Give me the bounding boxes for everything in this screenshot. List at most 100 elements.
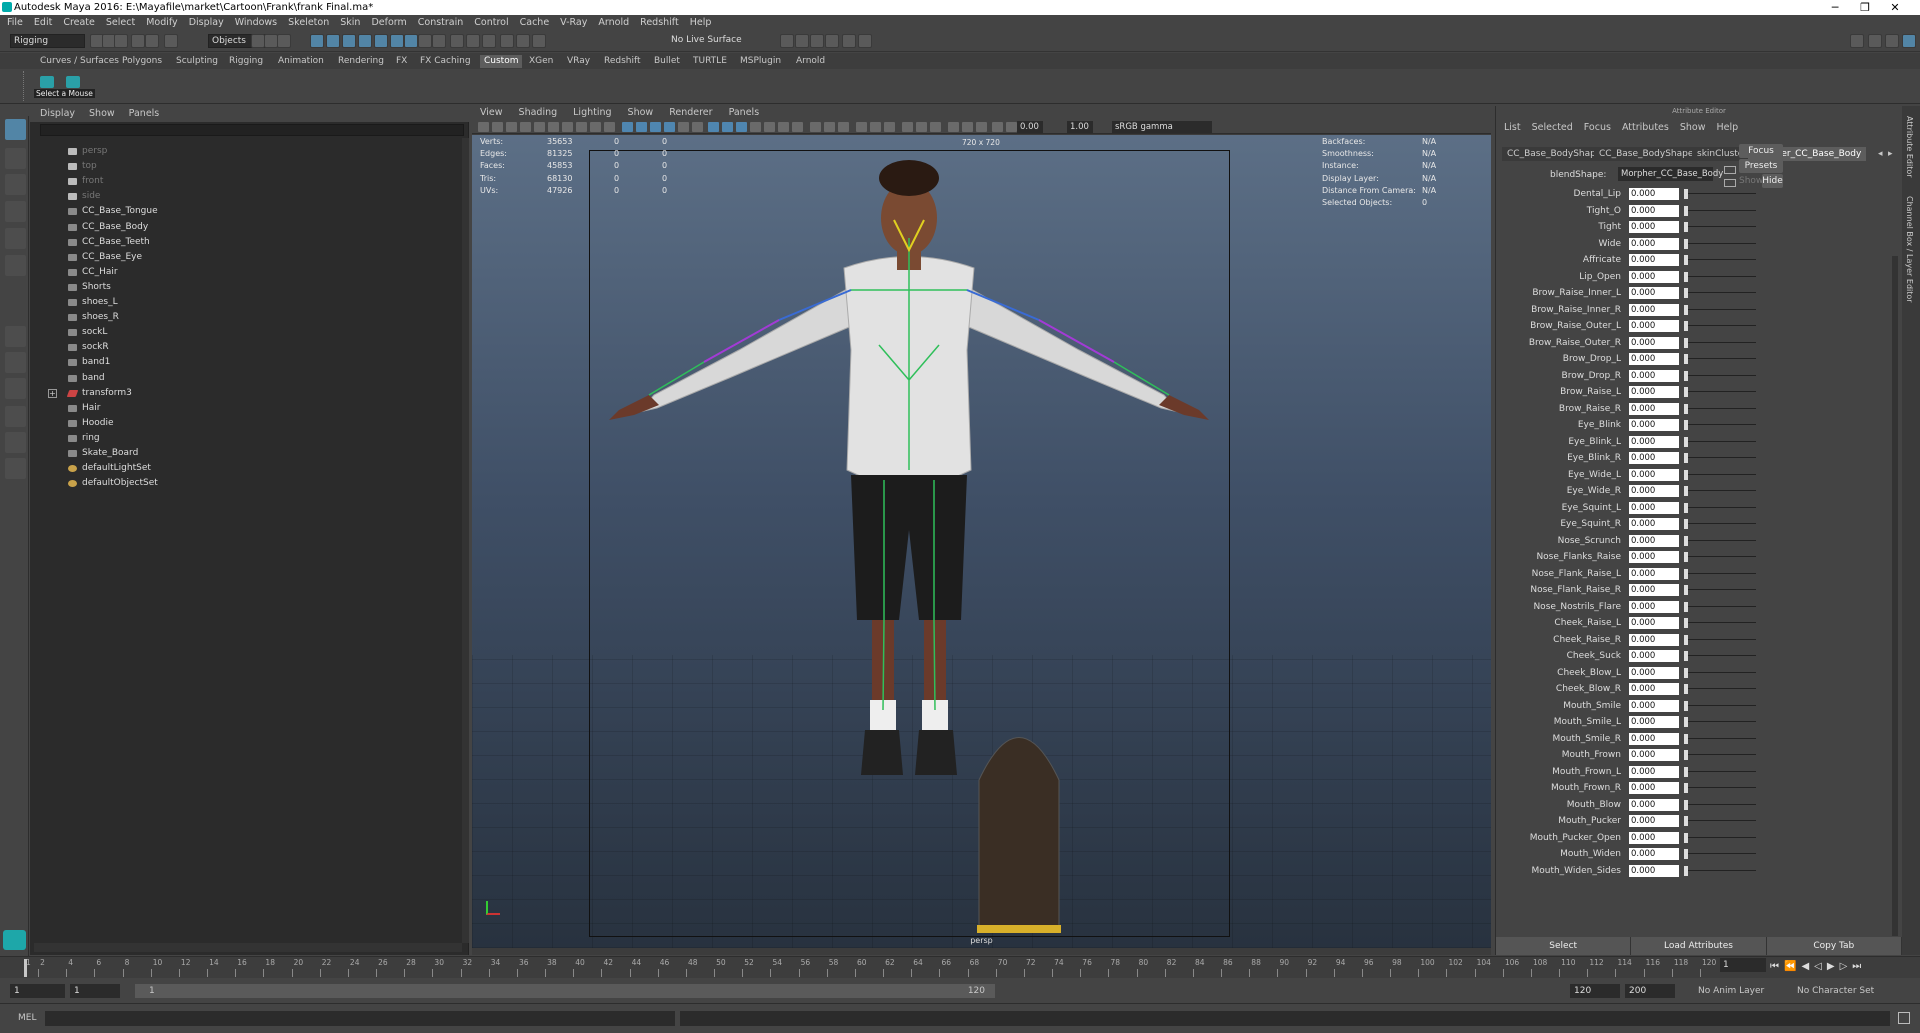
layout-view-icon[interactable] <box>5 458 26 479</box>
load-attributes-button[interactable]: Load Attributes <box>1631 937 1767 955</box>
shelf-tab-turtle[interactable]: TURTLE <box>693 55 727 68</box>
viewport-tool-30-icon[interactable] <box>916 122 927 132</box>
viewport-tool-36-icon[interactable] <box>1006 122 1017 132</box>
step-forward-icon[interactable]: ▷ <box>1840 961 1848 972</box>
viewport-menu-renderer[interactable]: Renderer <box>669 106 712 120</box>
weight-value-field[interactable]: 0.000 <box>1629 831 1679 844</box>
statusline-tool-18-icon[interactable] <box>450 34 464 48</box>
outliner-item[interactable]: Hair <box>30 401 460 416</box>
statusline-tool-7-icon[interactable] <box>264 34 278 48</box>
weight-slider-track[interactable] <box>1684 770 1756 772</box>
weight-slider-track[interactable] <box>1684 226 1756 227</box>
attr-menu-list[interactable]: List <box>1504 122 1521 133</box>
weight-value-field[interactable]: 0.000 <box>1629 452 1679 464</box>
weight-value-field[interactable]: 0.000 <box>1629 188 1679 200</box>
viewport-tool-21-icon[interactable] <box>778 122 789 132</box>
weight-value-field[interactable]: 0.000 <box>1629 369 1679 382</box>
menu-skeleton[interactable]: Skeleton <box>288 15 329 30</box>
weight-slider-handle[interactable] <box>1684 816 1688 826</box>
weight-slider-handle[interactable] <box>1684 733 1688 744</box>
character-set-dropdown[interactable]: No Character Set <box>1797 984 1874 998</box>
paint-tool-icon[interactable] <box>5 174 26 195</box>
attr-menu-help[interactable]: Help <box>1716 122 1738 133</box>
viewport-tool-33-icon[interactable] <box>962 122 973 132</box>
weight-value-field[interactable]: 0.000 <box>1629 683 1679 695</box>
weight-slider-handle[interactable] <box>1684 849 1688 859</box>
weight-value-field[interactable]: 0.000 <box>1629 848 1679 860</box>
presets-button[interactable]: Presets <box>1739 159 1783 173</box>
viewport-tool-20-icon[interactable] <box>764 122 775 132</box>
range-start-field[interactable]: 1 <box>70 984 120 998</box>
shelf-tab-redshift[interactable]: Redshift <box>604 55 641 68</box>
weight-value-field[interactable]: 0.000 <box>1629 765 1679 778</box>
weight-slider-track[interactable] <box>1684 787 1756 788</box>
viewport-tool-31-icon[interactable] <box>930 122 941 132</box>
outliner-item[interactable]: band1 <box>30 355 460 370</box>
attr-tab-cc-base-bodyshape[interactable]: CC_Base_BodyShape <box>1502 147 1607 161</box>
restore-button[interactable]: ❐ <box>1850 0 1880 15</box>
focus-button[interactable]: Focus <box>1739 144 1783 158</box>
weight-slider-track[interactable] <box>1684 440 1756 442</box>
weight-slider-handle[interactable] <box>1684 238 1688 249</box>
weight-value-field[interactable]: 0.000 <box>1629 221 1679 233</box>
weight-slider-track[interactable] <box>1684 341 1756 343</box>
weight-value-field[interactable]: 0.000 <box>1629 732 1679 745</box>
weight-slider-handle[interactable] <box>1684 601 1688 612</box>
statusline-tool-5-icon[interactable] <box>164 34 178 48</box>
vray-icon[interactable] <box>842 34 856 48</box>
weight-slider-track[interactable] <box>1684 193 1756 194</box>
weight-slider-handle[interactable] <box>1684 535 1688 546</box>
weight-slider-handle[interactable] <box>1684 700 1688 711</box>
workspace-3-icon[interactable] <box>1885 34 1899 48</box>
menu-help[interactable]: Help <box>690 15 712 30</box>
statusline-tool-10-icon[interactable] <box>326 34 340 48</box>
weight-value-field[interactable]: 0.000 <box>1629 287 1679 299</box>
select-tool-icon[interactable] <box>5 119 26 140</box>
viewport-tool-32-icon[interactable] <box>948 122 959 132</box>
weight-slider-track[interactable] <box>1684 803 1756 805</box>
viewport-tool-24-icon[interactable] <box>824 122 835 132</box>
menu-create[interactable]: Create <box>63 15 95 30</box>
outliner-item[interactable]: side <box>30 189 460 204</box>
weight-slider-track[interactable] <box>1684 407 1756 409</box>
command-input[interactable] <box>45 1011 675 1026</box>
menu-skin[interactable]: Skin <box>340 15 360 30</box>
weight-value-field[interactable]: 0.000 <box>1629 386 1679 398</box>
two-view-icon[interactable] <box>5 378 26 399</box>
weight-slider-track[interactable] <box>1684 473 1756 475</box>
weight-slider-track[interactable] <box>1684 869 1756 871</box>
select-button[interactable]: Select <box>1496 937 1632 955</box>
weight-value-field[interactable]: 0.000 <box>1629 600 1679 613</box>
weight-slider-handle[interactable] <box>1684 403 1688 414</box>
viewport-tool-16-icon[interactable] <box>708 122 719 132</box>
shelf-tab-animation[interactable]: Animation <box>278 55 324 68</box>
statusline-tool-22-icon[interactable] <box>516 34 530 48</box>
close-button[interactable]: ✕ <box>1880 0 1910 15</box>
weight-slider-track[interactable] <box>1684 391 1756 392</box>
weight-slider-handle[interactable] <box>1684 205 1688 216</box>
weight-slider-track[interactable] <box>1684 374 1756 376</box>
outliner-item[interactable]: ring <box>30 431 460 446</box>
weight-slider-handle[interactable] <box>1684 865 1688 876</box>
viewport-tool-6-icon[interactable] <box>562 122 573 132</box>
range-end-field[interactable]: 120 <box>1570 984 1620 998</box>
attr-scrollbar[interactable] <box>1892 256 1898 936</box>
shelf-tab-sculpting[interactable]: Sculpting <box>176 55 218 68</box>
statusline-tool-16-icon[interactable] <box>418 34 432 48</box>
outliner-hscrollbar[interactable] <box>34 943 462 952</box>
viewport-tool-34-icon[interactable] <box>976 122 987 132</box>
weight-slider-handle[interactable] <box>1684 271 1688 282</box>
copy-tab-button[interactable]: Copy Tab <box>1766 937 1902 955</box>
weight-value-field[interactable]: 0.000 <box>1629 650 1679 662</box>
menu-windows[interactable]: Windows <box>235 15 277 30</box>
statusline-tool-20-icon[interactable] <box>482 34 496 48</box>
gamma-field[interactable]: 1.00 <box>1067 121 1093 133</box>
weight-slider-track[interactable] <box>1684 671 1756 673</box>
statusline-tool-8-icon[interactable] <box>277 34 291 48</box>
outliner-item[interactable]: Shorts <box>30 280 460 295</box>
weight-value-field[interactable]: 0.000 <box>1629 320 1679 332</box>
arnold-icon[interactable] <box>858 34 872 48</box>
weight-slider-track[interactable] <box>1684 721 1756 722</box>
outliner-item[interactable]: shoes_L <box>30 295 460 310</box>
ipr-icon[interactable] <box>795 34 809 48</box>
